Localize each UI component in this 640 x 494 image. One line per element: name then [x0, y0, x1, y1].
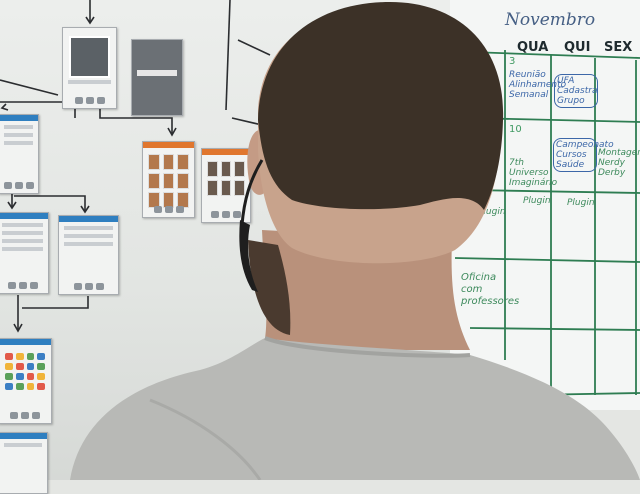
- person-from-behind: [70, 2, 640, 480]
- office-photo-scene: Novembro QUA QUI SEX 3 10 Reunião Alinha…: [0, 0, 640, 494]
